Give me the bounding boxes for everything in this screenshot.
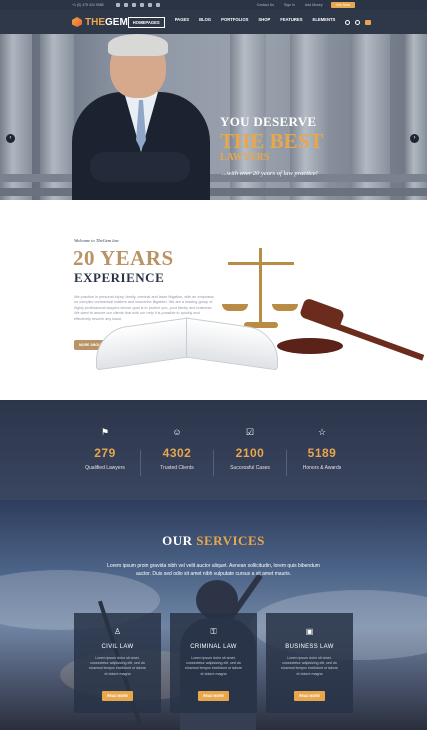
main-nav: THEGEM HOMEPAGES PAGES BLOG PORTFOLIOS S…: [0, 10, 427, 34]
stat-awards: ☆ 5189 Honors & Awards: [274, 426, 370, 471]
sign-in-link[interactable]: Sign In: [284, 3, 295, 7]
hero-line-1: YOU DESERVE: [220, 114, 317, 129]
service-title: CIVIL LAW: [101, 644, 134, 650]
star-icon: ☆: [317, 427, 327, 437]
steps-decoration: [0, 174, 427, 182]
contact-link[interactable]: Contact Us: [257, 3, 274, 7]
facebook-icon[interactable]: [115, 3, 120, 7]
services-heading-b: SERVICES: [196, 533, 265, 548]
service-title: CRIMINAL LAW: [190, 644, 237, 650]
slider-prev-arrow-icon[interactable]: ‹: [6, 134, 15, 143]
nav-blog[interactable]: BLOG: [199, 17, 211, 28]
hero-tagline: ...with over 20 years of law practice!: [222, 170, 318, 177]
hero-headline: YOU DESERVE THE BEST LAWYERS ...with ove…: [220, 114, 323, 177]
join-button[interactable]: Join Now: [330, 2, 355, 8]
instagram-icon[interactable]: [147, 3, 152, 7]
phone-text: +1 (0) 475 424 9988: [72, 3, 104, 7]
lock-icon: ⚿: [210, 627, 217, 636]
read-more-button[interactable]: READ MORE: [294, 690, 325, 701]
nav-homepages[interactable]: HOMEPAGES: [127, 16, 165, 28]
person-icon: ♙: [113, 627, 122, 636]
service-description: Lorem ipsum dolor sit amet, consectetur …: [185, 656, 242, 676]
youtube-icon[interactable]: [155, 3, 160, 7]
service-card-business: ▣ BUSINESS LAW Lorem ipsum dolor sit ame…: [266, 613, 353, 713]
services-heading: OUR SERVICES: [0, 533, 427, 549]
presentation-board-icon: ▣: [305, 627, 314, 636]
service-card-criminal: ⚿ CRIMINAL LAW Lorem ipsum dolor sit ame…: [170, 613, 257, 713]
service-card-civil: ♙ CIVIL LAW Lorem ipsum dolor sit amet, …: [74, 613, 161, 713]
logo-mark-icon: [72, 17, 82, 27]
experience-heading: EXPERIENCE: [74, 270, 165, 285]
hero-line-3: LAWYERS: [220, 152, 270, 163]
welcome-text: Welcome to TheGem law: [74, 238, 119, 243]
stat-divider: [140, 450, 141, 476]
nav-shop[interactable]: SHOP: [258, 17, 270, 28]
cart-icon[interactable]: [355, 19, 361, 25]
hero-slider: YOU DESERVE THE BEST LAWYERS ...with ove…: [0, 34, 427, 200]
stat-label: Honors & Awards: [302, 465, 342, 471]
hero-line-2: THE BEST: [220, 129, 324, 153]
service-title: BUSINESS LAW: [285, 644, 334, 650]
read-more-button[interactable]: READ MORE: [198, 690, 229, 701]
search-icon[interactable]: [345, 19, 351, 25]
lawyer-photo: [72, 34, 210, 200]
logo-prefix: THE: [85, 16, 105, 28]
stat-divider: [286, 450, 287, 476]
services-heading-a: OUR: [162, 533, 193, 548]
nav-pages[interactable]: PAGES: [175, 17, 189, 28]
years-heading: 20 YEARS: [73, 246, 174, 270]
slider-next-arrow-icon[interactable]: ›: [410, 134, 419, 143]
logo[interactable]: THEGEM: [72, 17, 128, 28]
stat-value: 5189: [307, 446, 337, 460]
logo-name: GEM: [105, 16, 128, 28]
steps-decoration: [0, 188, 427, 196]
google-plus-icon[interactable]: [139, 3, 144, 7]
nav-portfolios[interactable]: PORTFOLIOS: [221, 17, 248, 28]
services-intro: Lorem ipsum proin gravida nibh vel velit…: [107, 563, 320, 577]
linkedin-icon[interactable]: [131, 3, 136, 7]
stat-divider: [213, 450, 214, 476]
top-bar: +1 (0) 475 424 9988 Contact Us Sign In A…: [0, 0, 427, 10]
nav-features[interactable]: FEATURES: [280, 17, 302, 28]
about-section: Welcome to TheGem law 20 YEARS EXPERIENC…: [0, 200, 427, 400]
read-more-button[interactable]: READ MORE: [102, 690, 133, 701]
service-description: Lorem ipsum dolor sit amet, consectetur …: [281, 656, 338, 676]
open-book-image: [96, 317, 278, 371]
cart-count-badge: [365, 19, 372, 25]
nav-elements[interactable]: ELEMENTS: [313, 17, 336, 28]
gavel-image: [275, 297, 425, 361]
social-icons: [115, 3, 160, 7]
add-money-link[interactable]: Add Money: [305, 3, 323, 7]
service-description: Lorem ipsum dolor sit amet, consectetur …: [89, 656, 146, 676]
twitter-icon[interactable]: [123, 3, 128, 7]
